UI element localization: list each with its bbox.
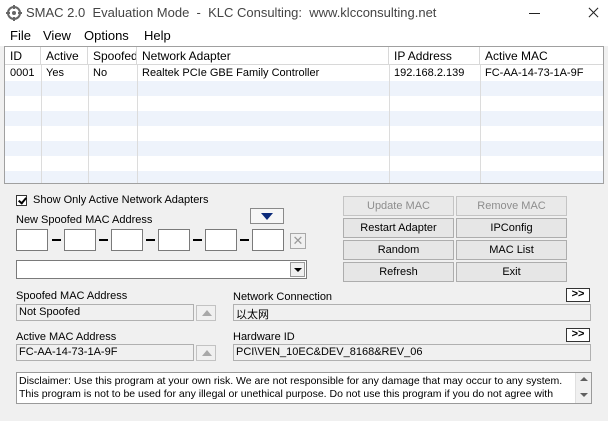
refresh-button[interactable]: Refresh	[343, 262, 454, 282]
show-only-active-checkbox[interactable]	[16, 195, 27, 206]
col-header-active[interactable]: Active	[41, 47, 88, 65]
empty-row	[5, 126, 603, 141]
mac-octet-6[interactable]	[252, 229, 284, 251]
clear-mac-icon[interactable]: ✕	[290, 233, 306, 249]
minimize-icon[interactable]	[522, 0, 550, 26]
empty-row	[5, 141, 603, 156]
title-bar: SMAC 2.0 Evaluation Mode - KLC Consultin…	[0, 0, 608, 26]
mac-octet-3[interactable]	[111, 229, 143, 251]
remove-mac-button[interactable]: Remove MAC	[456, 196, 567, 216]
app-icon	[6, 5, 22, 21]
menu-file[interactable]: File	[10, 28, 31, 43]
empty-row	[5, 111, 603, 126]
disclaimer-scrollbar[interactable]	[575, 373, 591, 403]
restart-adapter-button[interactable]: Restart Adapter	[343, 218, 454, 238]
empty-row	[5, 81, 603, 96]
mac-octet-2[interactable]	[64, 229, 96, 251]
scroll-up-icon[interactable]	[580, 377, 588, 381]
hardware-id-more-button[interactable]: >>	[566, 328, 590, 342]
network-connection-more-button[interactable]: >>	[566, 288, 590, 302]
hardware-id-label: Hardware ID	[233, 331, 295, 343]
disclaimer-box[interactable]: Disclaimer: Use this program at your own…	[16, 372, 592, 404]
menu-bar: File View Options Help	[0, 26, 608, 46]
cell-active: Yes	[46, 67, 64, 79]
cell-active-mac: FC-AA-14-73-1A-9F	[485, 67, 584, 79]
cell-spoofed: No	[93, 67, 108, 79]
cell-network-adapter: Realtek PCIe GBE Family Controller	[142, 67, 320, 79]
active-mac-field: FC-AA-14-73-1A-9F	[16, 344, 194, 361]
col-header-ip-address[interactable]: IP Address	[389, 47, 480, 65]
new-mac-label: New Spoofed MAC Address	[16, 214, 153, 226]
empty-row	[5, 171, 603, 183]
menu-help[interactable]: Help	[144, 28, 171, 43]
col-header-id[interactable]: ID	[5, 47, 41, 65]
mac-octet-4[interactable]	[158, 229, 190, 251]
ipconfig-button[interactable]: IPConfig	[456, 218, 567, 238]
network-connection-field: 以太网	[233, 304, 591, 321]
octet-separator	[52, 239, 61, 241]
update-mac-button[interactable]: Update MAC	[343, 196, 454, 216]
copy-active-mac-button[interactable]	[196, 345, 216, 361]
empty-row	[5, 156, 603, 171]
octet-separator	[240, 239, 249, 241]
column-divider	[480, 65, 481, 183]
octet-separator	[146, 239, 155, 241]
random-button[interactable]: Random	[343, 240, 454, 260]
chevron-down-icon[interactable]	[290, 262, 305, 277]
column-divider	[88, 65, 89, 183]
empty-row	[5, 96, 603, 111]
column-divider	[41, 65, 42, 183]
column-divider	[137, 65, 138, 183]
column-divider	[389, 65, 390, 183]
list-header: ID Active Spoofed Network Adapter IP Add…	[5, 47, 603, 65]
exit-button[interactable]: Exit	[456, 262, 567, 282]
show-only-active-label[interactable]: Show Only Active Network Adapters	[33, 194, 208, 206]
cell-ip-address: 192.168.2.139	[394, 67, 465, 79]
mac-address-combo[interactable]	[16, 260, 307, 279]
mac-list-button[interactable]: MAC List	[456, 240, 567, 260]
table-row[interactable]: 0001 Yes No Realtek PCIe GBE Family Cont…	[5, 66, 603, 81]
mac-history-dropdown-button[interactable]	[250, 208, 284, 224]
mac-octet-5[interactable]	[205, 229, 237, 251]
col-header-active-mac[interactable]: Active MAC	[480, 47, 603, 65]
window-title: SMAC 2.0 Evaluation Mode - KLC Consultin…	[26, 5, 437, 20]
adapters-list[interactable]: ID Active Spoofed Network Adapter IP Add…	[4, 46, 604, 184]
disclaimer-line-1: Disclaimer: Use this program at your own…	[19, 375, 563, 387]
cell-id: 0001	[10, 67, 35, 79]
scroll-down-icon[interactable]	[580, 393, 588, 397]
spoofed-mac-label: Spoofed MAC Address	[16, 290, 128, 302]
octet-separator	[193, 239, 202, 241]
disclaimer-line-2: This program is not to be used for any i…	[19, 388, 554, 400]
copy-spoofed-mac-button[interactable]	[196, 305, 216, 321]
col-header-spoofed[interactable]: Spoofed	[88, 47, 137, 65]
network-connection-label: Network Connection	[233, 291, 333, 303]
mac-octet-1[interactable]	[16, 229, 48, 251]
hardware-id-field: PCI\VEN_10EC&DEV_8168&REV_06	[233, 344, 591, 361]
close-icon[interactable]	[580, 0, 608, 26]
menu-view[interactable]: View	[43, 28, 71, 43]
octet-separator	[99, 239, 108, 241]
spoofed-mac-field: Not Spoofed	[16, 304, 194, 321]
col-header-network-adapter[interactable]: Network Adapter	[137, 47, 389, 65]
menu-options[interactable]: Options	[84, 28, 129, 43]
active-mac-label: Active MAC Address	[16, 331, 117, 343]
